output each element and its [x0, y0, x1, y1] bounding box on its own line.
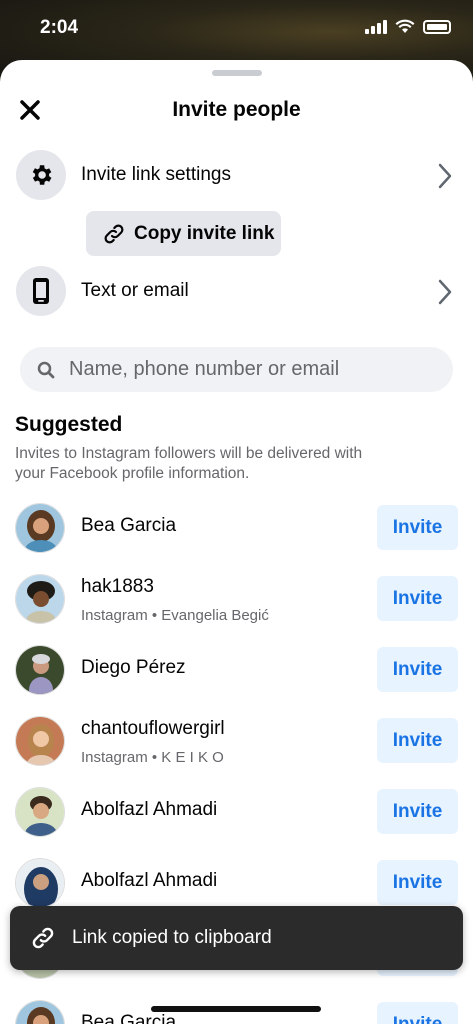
list-item-name: Abolfazl Ahmadi [81, 870, 218, 891]
suggested-title: Suggested [15, 413, 123, 436]
link-icon [104, 224, 124, 243]
status-time: 2:04 [40, 17, 79, 38]
avatar[interactable] [15, 716, 65, 766]
avatar[interactable] [15, 1000, 65, 1024]
list-item-name: Bea Garcia [81, 515, 177, 536]
list-item: chantouflowergirl Instagram • K E I K O … [0, 713, 473, 783]
list-item-subtitle: Instagram • Evangelia Begić [81, 607, 269, 624]
phone-icon-container [16, 266, 66, 316]
invite-button[interactable]: Invite [377, 718, 458, 763]
invite-button[interactable]: Invite [377, 1002, 458, 1024]
wifi-icon [395, 19, 415, 33]
list-item-name: Diego Pérez [81, 657, 186, 678]
gear-icon [32, 165, 52, 185]
invite-button[interactable]: Invite [377, 647, 458, 692]
status-bar: 2:04 [0, 0, 473, 58]
invite-button[interactable]: Invite [377, 789, 458, 834]
invite-link-settings-label: Invite link settings [81, 164, 231, 185]
search-bar[interactable] [20, 347, 453, 392]
home-indicator [151, 1006, 321, 1012]
phone-icon [33, 278, 49, 304]
text-or-email-label: Text or email [81, 280, 189, 301]
avatar[interactable] [15, 858, 65, 908]
invite-button[interactable]: Invite [377, 505, 458, 550]
invite-link-settings-row[interactable]: Invite link settings [16, 150, 457, 202]
invite-button[interactable]: Invite [377, 860, 458, 905]
list-item: Abolfazl Ahmadi Invite [0, 784, 473, 854]
avatar[interactable] [15, 645, 65, 695]
sheet-header: Invite people [0, 90, 473, 130]
toast-notification: Link copied to clipboard [10, 906, 463, 970]
avatar[interactable] [15, 787, 65, 837]
settings-icon-container [16, 150, 66, 200]
copy-invite-link-button[interactable]: Copy invite link [86, 211, 281, 256]
list-item-name: chantouflowergirl [81, 718, 225, 739]
page-title: Invite people [172, 98, 301, 121]
list-item: Bea Garcia Invite [0, 500, 473, 570]
search-input[interactable] [69, 358, 429, 381]
avatar[interactable] [15, 574, 65, 624]
suggested-description: Invites to Instagram followers will be d… [15, 445, 363, 482]
link-icon [32, 927, 54, 949]
list-item-name: Abolfazl Ahmadi [81, 799, 218, 820]
sheet-grabber[interactable] [212, 70, 262, 76]
text-or-email-row[interactable]: Text or email [16, 266, 457, 318]
list-item-name: hak1883 [81, 576, 154, 597]
copy-invite-link-label: Copy invite link [134, 222, 275, 244]
list-item: hak1883 Instagram • Evangelia Begić Invi… [0, 571, 473, 641]
invite-people-sheet: Invite people Invite link settings Copy … [0, 60, 473, 1024]
list-item: Diego Pérez Invite [0, 642, 473, 712]
search-icon [37, 361, 55, 378]
status-icons [365, 19, 451, 34]
cellular-signal-icon [365, 20, 387, 34]
toast-message: Link copied to clipboard [72, 927, 272, 948]
battery-icon [423, 20, 451, 34]
chevron-right-icon [438, 163, 452, 189]
chevron-right-icon [438, 279, 452, 305]
invite-button[interactable]: Invite [377, 576, 458, 621]
avatar[interactable] [15, 503, 65, 553]
list-item-subtitle: Instagram • K E I K O [81, 749, 224, 766]
list-item-name: Bea Garcia [81, 1012, 177, 1024]
